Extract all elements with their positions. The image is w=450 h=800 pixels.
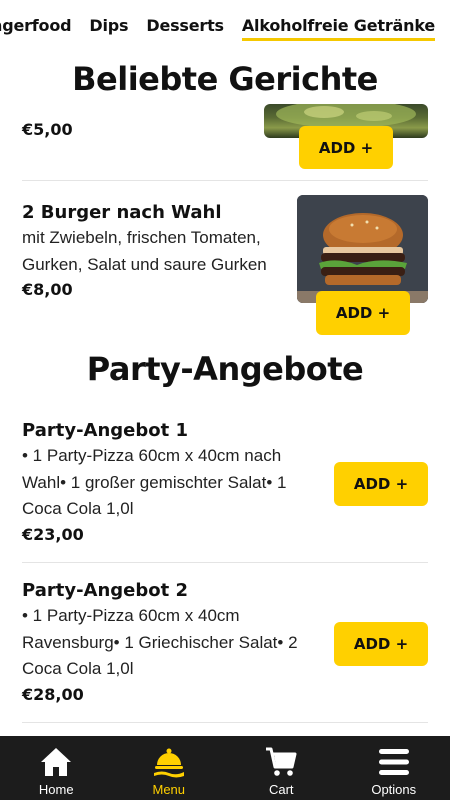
cart-icon [263, 744, 299, 780]
bottom-navigation: Home Menu Cart Options [0, 736, 450, 800]
item-name: Party-Angebot 2 [22, 580, 189, 601]
burger-image-art [297, 195, 428, 303]
category-tab-bar: Fingerfood Dips Desserts Alkoholfreie Ge… [0, 0, 450, 54]
item-description: • 1 Party-Pizza 60cm x 40cm Ravensburg• … [22, 606, 298, 678]
item-price: €28,00 [22, 684, 84, 704]
cloche-icon [151, 744, 187, 780]
item-divider [22, 180, 428, 181]
burger-image [297, 195, 428, 303]
add-button-party-2[interactable]: ADD + [334, 622, 428, 666]
item-divider [22, 722, 428, 723]
nav-cart-label: Cart [268, 782, 294, 797]
item-description: • 1 Party-Pizza 60cm x 40cm nach Wahl• 1… [22, 446, 287, 518]
tab-alkoholfreie-getraenke[interactable]: Alkoholfreie Getränke [233, 0, 444, 54]
add-button-partial[interactable]: ADD + [299, 126, 393, 169]
add-button-burger[interactable]: ADD + [316, 291, 410, 335]
menu-content[interactable]: Beliebte Gerichte €5,00 ADD + 2 Burger n… [0, 54, 450, 736]
nav-options-label: Options [371, 782, 417, 797]
nav-menu[interactable]: Menu [113, 736, 226, 800]
item-divider [22, 562, 428, 563]
item-description: mit Zwiebeln, frischen Tomaten, Gurken, … [22, 228, 267, 274]
tab-fingerfood[interactable]: Fingerfood [0, 0, 80, 54]
nav-cart[interactable]: Cart [225, 736, 338, 800]
nav-options[interactable]: Options [338, 736, 450, 800]
hamburger-menu-icon [376, 744, 412, 780]
section-title-popular: Beliebte Gerichte [72, 60, 378, 98]
item-price-partial: €5,00 [22, 120, 73, 139]
item-price: €23,00 [22, 524, 84, 544]
tab-dips[interactable]: Dips [80, 0, 137, 54]
item-name: Party-Angebot 1 [22, 420, 189, 441]
nav-menu-label: Menu [152, 782, 186, 797]
category-tab-track: Fingerfood Dips Desserts Alkoholfreie Ge… [0, 0, 444, 54]
add-button-party-1[interactable]: ADD + [334, 462, 428, 506]
nav-home-label: Home [38, 782, 74, 797]
section-title-party: Party-Angebote [86, 350, 364, 388]
home-icon [38, 744, 74, 780]
tab-desserts[interactable]: Desserts [137, 0, 233, 54]
nav-home[interactable]: Home [0, 736, 113, 800]
